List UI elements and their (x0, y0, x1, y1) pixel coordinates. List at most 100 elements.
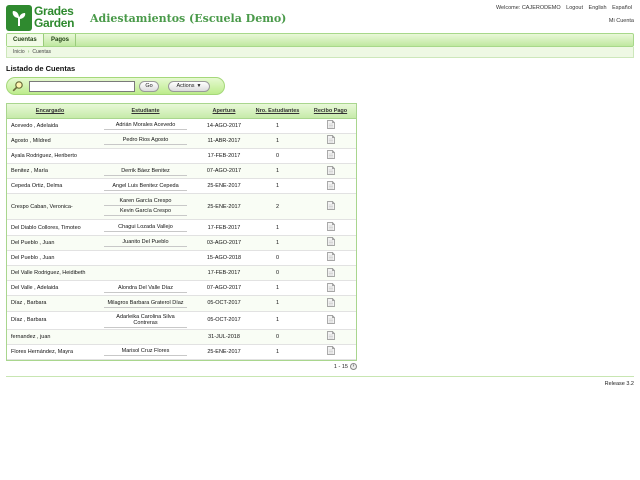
cell-encargado[interactable]: Flores Hernández, Mayra (7, 344, 93, 360)
top-links: Welcome: CAJERODEMO Logout English Españ… (492, 5, 632, 11)
table-row: Agosto , Mildred Pedro Rios Agosto 11-ABR-… (7, 133, 356, 149)
cell-nro-estudiantes: 1 (250, 178, 305, 195)
cell-encargado[interactable]: Díaz , Barbara (7, 311, 93, 330)
document-icon[interactable] (326, 120, 335, 131)
cell-encargado[interactable]: Agosto , Mildred (7, 133, 93, 149)
student-link[interactable]: Marisol Cruz Flores (103, 347, 188, 357)
cell-encargado[interactable]: Del Pueblo , Juan (7, 250, 93, 267)
cell-recibo-pago (305, 118, 356, 134)
cell-encargado[interactable]: Del Diablo Collores, Timoteo (7, 219, 93, 236)
col-header-recibo-pago[interactable]: Recibo Pago (305, 104, 356, 119)
cell-nro-estudiantes: 0 (250, 265, 305, 282)
cell-encargado[interactable]: Del Pueblo , Juan (7, 235, 93, 251)
search-bar: Go Actions ▼ (6, 77, 225, 95)
my-account-link[interactable]: Mi Cuenta (609, 18, 634, 24)
actions-button[interactable]: Actions ▼ (168, 81, 210, 92)
document-icon[interactable] (326, 282, 335, 294)
cell-estudiante: Alondra Del Valle Díaz (93, 280, 198, 297)
document-icon[interactable] (326, 180, 335, 192)
col-header-apertura[interactable]: Apertura (198, 104, 250, 119)
table-row: Del Diablo Collores, Timoteo Chagui Lozad… (7, 219, 356, 236)
logout-link[interactable]: Logout (566, 5, 583, 11)
cell-apertura: 25-ENE-2017 (198, 344, 250, 360)
cell-encargado[interactable]: Cepeda Ortiz, Delma (7, 178, 93, 195)
grades-garden-logo[interactable]: Grades Garden (6, 5, 86, 31)
table-row: Crespo Caban, Veronica- Karen García Cres… (7, 193, 356, 221)
cell-recibo-pago (305, 329, 356, 345)
tab-cuentas[interactable]: Cuentas (7, 34, 44, 46)
breadcrumb-bar: Inicio › Cuentas (6, 47, 634, 58)
breadcrumb: Inicio › Cuentas (13, 49, 51, 55)
cell-apertura: 03-AGO-2017 (198, 235, 250, 251)
arrow-right-icon[interactable]: › (350, 363, 357, 370)
cell-encargado[interactable]: Acevedo , Adelaida (7, 118, 93, 134)
student-link[interactable]: Pedro Rios Agosto (103, 136, 188, 146)
cell-encargado[interactable]: Benitez , María (7, 163, 93, 180)
cell-encargado[interactable]: Del Valle , Adelaida (7, 280, 93, 297)
cell-apertura: 11-ABR-2017 (198, 133, 250, 149)
student-link[interactable]: Derrik Báez Benitez (103, 167, 188, 176)
chevron-down-icon: ▼ (196, 83, 202, 89)
cell-apertura: 17-FEB-2017 (198, 148, 250, 165)
cell-recibo-pago (305, 311, 356, 330)
go-button[interactable]: Go (139, 81, 159, 92)
col-header-nro-estudiantes[interactable]: Nro. Estudiantes (250, 104, 305, 119)
cell-estudiante: Chagui Lozada Vallejo (93, 219, 198, 236)
main-nav: Cuentas Pagos (6, 33, 634, 47)
cell-encargado[interactable]: Ayala Rodriguez, Heriberto (7, 148, 93, 165)
cell-encargado[interactable]: Del Valle Rodriguez, Heidibeth (7, 265, 93, 282)
document-icon[interactable] (326, 135, 335, 146)
document-icon[interactable] (326, 298, 335, 309)
document-icon[interactable] (326, 314, 335, 326)
cell-nro-estudiantes: 0 (250, 148, 305, 165)
cell-estudiante (93, 329, 198, 345)
cell-estudiante: Marisol Cruz Flores (93, 344, 198, 360)
tab-pagos[interactable]: Pagos (45, 34, 77, 46)
cell-estudiante: Adrián Morales Acevedo (93, 118, 198, 134)
student-link[interactable]: Adarleika Carolina Silva Contreras (103, 313, 188, 328)
student-link[interactable]: Kevin García Crespo (103, 207, 188, 217)
document-icon[interactable] (326, 346, 335, 357)
actions-label: Actions (176, 83, 195, 89)
student-link[interactable]: Alondra Del Valle Díaz (103, 284, 188, 293)
student-link[interactable]: Adrián Morales Acevedo (103, 121, 188, 131)
document-icon[interactable] (326, 331, 335, 342)
document-icon[interactable] (326, 237, 335, 248)
document-icon[interactable] (326, 267, 335, 279)
col-header-estudiante[interactable]: Estudiante (93, 104, 198, 119)
cell-nro-estudiantes: 1 (250, 295, 305, 312)
document-icon[interactable] (326, 150, 335, 161)
student-link[interactable]: Angel Luis Benitez Cepeda (103, 182, 188, 191)
table-row: Benitez , María Derrik Báez Benitez 07-AGO… (7, 163, 356, 180)
table-row: Acevedo , Adelaida Adrián Morales Acevedo… (7, 118, 356, 134)
cell-encargado[interactable]: Crespo Caban, Veronica- (7, 193, 93, 221)
cell-encargado[interactable]: fernandez , juan (7, 329, 93, 345)
document-icon[interactable] (326, 252, 335, 263)
student-link[interactable]: Chagui Lozada Vallejo (103, 223, 188, 233)
page-title: Listado de Cuentas (6, 64, 76, 73)
student-link[interactable]: Karen García Crespo (103, 197, 188, 207)
leaf-icon (6, 5, 32, 31)
document-icon[interactable] (326, 222, 335, 233)
col-header-encargado[interactable]: Encargado (7, 104, 93, 119)
search-input[interactable] (29, 81, 135, 92)
pager: 1 - 15 › (334, 363, 357, 370)
table-row: Del Pueblo , Juan 15-AGO-2018 0 (7, 250, 356, 267)
cell-encargado[interactable]: Díaz , Barbara (7, 295, 93, 312)
breadcrumb-current: Cuentas (32, 49, 51, 55)
english-link[interactable]: English (589, 5, 607, 11)
cell-nro-estudiantes: 1 (250, 163, 305, 180)
cell-recibo-pago (305, 250, 356, 267)
cell-estudiante: Karen García Crespo Kevin García Crespo (93, 193, 198, 221)
cell-apertura: 17-FEB-2017 (198, 219, 250, 236)
document-icon[interactable] (326, 201, 335, 212)
cell-apertura: 25-ENE-2017 (198, 193, 250, 221)
document-icon[interactable] (326, 165, 335, 177)
student-link[interactable]: Milagros Barbara Graterol Díaz (103, 299, 188, 308)
student-link[interactable]: Juanito Del Pueblo (103, 238, 188, 248)
cell-estudiante: Juanito Del Pueblo (93, 235, 198, 251)
cell-nro-estudiantes: 1 (250, 311, 305, 330)
breadcrumb-home[interactable]: Inicio (13, 49, 25, 55)
espanol-link[interactable]: Español (612, 5, 632, 11)
cell-nro-estudiantes: 1 (250, 118, 305, 134)
